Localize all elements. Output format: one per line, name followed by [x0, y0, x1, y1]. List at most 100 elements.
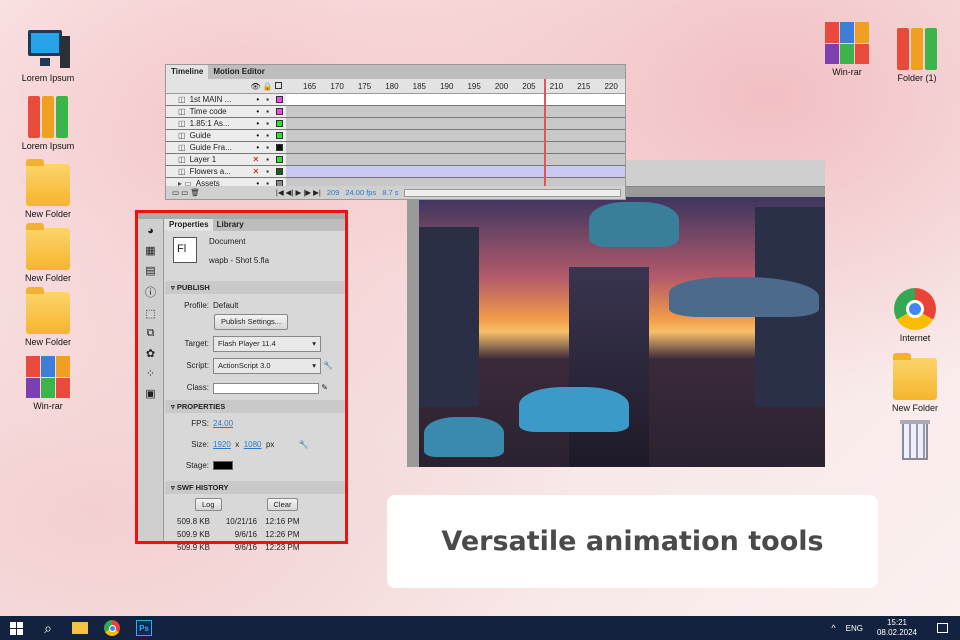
layer-name[interactable]: Guide — [190, 131, 253, 140]
clock[interactable]: 15:21 08.02.2024 — [877, 618, 917, 638]
file-explorer-icon[interactable] — [64, 616, 96, 640]
chrome-taskbar-icon[interactable] — [96, 616, 128, 640]
photoshop-icon[interactable]: Ps — [128, 616, 160, 640]
new-layer-icon[interactable]: ▭ ▭ 🗑 — [172, 188, 200, 197]
tab-motion-editor[interactable]: Motion Editor — [208, 65, 270, 79]
motion-presets-icon[interactable]: ⁘ — [146, 367, 155, 380]
visible-dot-icon[interactable]: • — [256, 131, 259, 140]
layer-frames[interactable] — [286, 106, 625, 117]
transform-icon[interactable]: ⬚ — [145, 307, 155, 320]
layer-color-swatch[interactable] — [276, 144, 283, 151]
layer-row[interactable]: ◫ Flowers a... ✕ ▪ — [166, 166, 625, 178]
layer-name[interactable]: Guide Fra... — [190, 143, 253, 152]
height-value[interactable]: 1080 — [244, 440, 262, 449]
layer-name[interactable]: 1st MAIN ... — [190, 95, 253, 104]
tab-properties[interactable]: Properties — [165, 219, 213, 231]
desktop-icon-new-folder-2[interactable]: New Folder — [13, 223, 83, 283]
color-icon[interactable]: ◕ — [147, 225, 154, 237]
layer-color-swatch[interactable] — [276, 120, 283, 127]
swatches-icon[interactable]: ▦ — [145, 244, 155, 257]
fps-value[interactable]: 24.00 — [213, 419, 233, 428]
layer-color-swatch[interactable] — [276, 168, 283, 175]
lock-toggle-icon[interactable]: ▪ — [266, 131, 269, 140]
visible-dot-icon[interactable]: • — [256, 107, 259, 116]
desktop-icon-new-folder-right[interactable]: New Folder — [880, 353, 950, 413]
layer-name[interactable]: Time code — [190, 107, 253, 116]
layer-frames[interactable] — [286, 166, 625, 177]
layer-frames[interactable] — [286, 154, 625, 165]
eye-icon[interactable]: 👁 — [250, 82, 260, 91]
start-button[interactable] — [0, 616, 32, 640]
components-icon[interactable]: ✿ — [146, 347, 155, 360]
desktop-icon-winrar[interactable]: Win-rar — [13, 356, 83, 411]
info-icon[interactable]: ⓘ — [145, 284, 156, 300]
language-indicator[interactable]: ENG — [846, 624, 863, 633]
publish-settings-button[interactable]: Publish Settings... — [214, 314, 289, 330]
layer-name[interactable]: 1.85:1 As... — [190, 119, 253, 128]
hidden-x-icon[interactable]: ✕ — [252, 167, 259, 176]
layer-row[interactable]: ◫ Guide • ▪ — [166, 130, 625, 142]
script-select[interactable]: ActionScript 3.0 ▾ — [213, 358, 321, 374]
tab-timeline[interactable]: Timeline — [166, 65, 209, 79]
code-snippets-icon[interactable]: ⧉ — [147, 327, 155, 340]
layer-name[interactable]: Flowers a... — [190, 167, 249, 176]
tab-library[interactable]: Library — [213, 219, 248, 231]
current-frame[interactable]: 209 — [327, 188, 340, 197]
desktop-icon-folder-1[interactable]: Folder (1) — [882, 28, 952, 83]
pencil-icon[interactable]: ✎ — [321, 383, 328, 392]
align-icon[interactable]: ▤ — [145, 264, 155, 277]
swf-history-section-header[interactable]: ▿ SWF HISTORY — [165, 481, 345, 494]
timeline-scrollbar[interactable] — [404, 188, 621, 197]
playhead[interactable] — [544, 79, 546, 187]
visible-dot-icon[interactable]: • — [256, 143, 259, 152]
target-select[interactable]: Flash Player 11.4 ▾ — [213, 336, 321, 352]
layer-color-swatch[interactable] — [276, 96, 283, 103]
hidden-x-icon[interactable]: ✕ — [252, 155, 259, 164]
search-icon[interactable]: ⌕ — [32, 616, 64, 640]
desktop-icon-lorem-ipsum-1[interactable]: Lorem Ipsum — [13, 28, 83, 83]
notification-icon[interactable] — [937, 623, 948, 633]
layer-frames[interactable] — [286, 118, 625, 129]
playback-controls[interactable]: |◀ ◀| ▶ |▶ ▶| — [276, 188, 321, 197]
tray-chevron-icon[interactable]: ^ — [831, 623, 835, 633]
desktop-icon-internet[interactable]: Internet — [880, 288, 950, 343]
layer-row[interactable]: ◫ 1.85:1 As... • ▪ — [166, 118, 625, 130]
desktop-icon-new-folder-3[interactable]: New Folder — [13, 287, 83, 347]
desktop-icon-new-folder-1[interactable]: New Folder — [13, 159, 83, 219]
wrench-icon[interactable]: 🔧 — [299, 440, 309, 449]
layer-frames[interactable] — [286, 130, 625, 141]
layer-name[interactable]: Layer 1 — [190, 155, 249, 164]
lock-toggle-icon[interactable]: ▪ — [266, 167, 269, 176]
layer-frames[interactable] — [286, 94, 625, 105]
class-input[interactable] — [213, 383, 319, 394]
width-value[interactable]: 1920 — [213, 440, 231, 449]
wrench-icon[interactable]: 🔧 — [323, 361, 333, 370]
layer-row[interactable]: ◫ Time code • ▪ — [166, 106, 625, 118]
lock-icon[interactable]: 🔒 — [263, 82, 273, 91]
project-icon[interactable]: ▣ — [145, 387, 155, 400]
layer-row[interactable]: ◫ 1st MAIN ... • ▪ — [166, 94, 625, 106]
lock-toggle-icon[interactable]: ▪ — [266, 107, 269, 116]
properties-section-header[interactable]: ▿ PROPERTIES — [165, 400, 345, 413]
lock-toggle-icon[interactable]: ▪ — [266, 95, 269, 104]
layer-color-swatch[interactable] — [276, 132, 283, 139]
frame-rate[interactable]: 24.00 fps — [345, 188, 376, 197]
layer-color-swatch[interactable] — [276, 108, 283, 115]
stage-color-swatch[interactable] — [213, 461, 233, 471]
publish-section-header[interactable]: ▿ PUBLISH — [165, 281, 345, 294]
lock-toggle-icon[interactable]: ▪ — [266, 119, 269, 128]
lock-toggle-icon[interactable]: ▪ — [266, 155, 269, 164]
layer-row[interactable]: ◫ Guide Fra... • ▪ — [166, 142, 625, 154]
desktop-icon-trash[interactable] — [880, 420, 950, 465]
desktop-icon-lorem-ipsum-2[interactable]: Lorem Ipsum — [13, 96, 83, 151]
layer-color-swatch[interactable] — [276, 156, 283, 163]
frame-ruler[interactable]: 165 170 175 180 185 190 195 200 205 210 215 220 — [286, 82, 625, 91]
clear-button[interactable]: Clear — [266, 498, 299, 511]
lock-toggle-icon[interactable]: ▪ — [266, 143, 269, 152]
visible-dot-icon[interactable]: • — [256, 119, 259, 128]
outline-icon[interactable] — [275, 81, 282, 89]
visible-dot-icon[interactable]: • — [256, 95, 259, 104]
layer-frames[interactable] — [286, 142, 625, 153]
desktop-icon-winrar-right[interactable]: Win-rar — [812, 22, 882, 77]
log-button[interactable]: Log — [195, 498, 222, 511]
